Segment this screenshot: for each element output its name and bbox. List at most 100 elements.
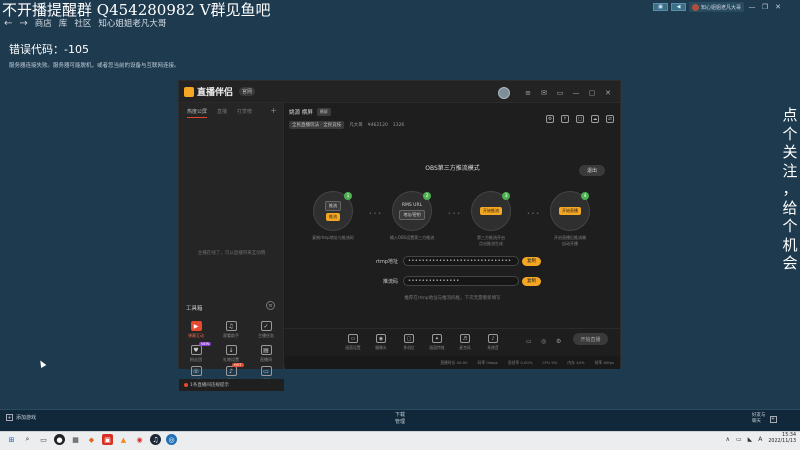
start-icon[interactable]: ⊞ (6, 434, 17, 445)
eye-icon[interactable]: ◎ (541, 338, 546, 345)
nav-library[interactable]: 库 (59, 17, 68, 29)
blue-app-icon[interactable]: ◎ (166, 434, 177, 445)
tool-watch-helper[interactable]: ♫ 观看助手 (216, 321, 246, 339)
vertical-char: 个 (782, 217, 798, 235)
key-row: 推流码 ••••••••••••••• 复制 (363, 276, 603, 286)
minimize-icon[interactable]: — (572, 89, 580, 97)
violation-notice[interactable]: 1条直播间违规提示 (179, 379, 284, 391)
bottom-toolbar: ▭ 画面设置 ◉ 摄像头 ▢ 多机位 ✦ 画面特效 ♬ 麦克风 ♪ 系统音 ▭ ◎ ⚙ (285, 328, 620, 356)
screen-icon[interactable]: ▭ (526, 338, 532, 345)
main-panel: 姚源 横屏 横屏 全民直播玩法 · 全民竞技 凡大哥 ¥462120 1326 … (285, 103, 620, 369)
close-icon[interactable]: ✕ (773, 3, 783, 11)
add-tab-icon[interactable]: + (270, 106, 277, 115)
bell-icon[interactable]: ☁ (591, 115, 599, 123)
add-game-button[interactable]: + 添加游戏 (6, 414, 36, 421)
lock-icon[interactable]: ▢ (576, 115, 584, 123)
room-name: 凡大哥 (349, 123, 363, 128)
input-method-icon[interactable]: A (758, 436, 762, 443)
forward-arrow-icon[interactable]: → (19, 18, 27, 29)
menu-icon[interactable]: ≡ (524, 89, 532, 97)
back-arrow-icon[interactable]: ← (4, 18, 12, 29)
obs-icon[interactable]: ● (54, 434, 65, 445)
copy-key-button[interactable]: 复制 (522, 276, 541, 286)
screen-icon[interactable]: ▭ (556, 89, 564, 97)
tool-danmu[interactable]: ▶ 弹幕互动 (181, 321, 211, 339)
copy-rtmp-button[interactable]: 复制 (522, 256, 541, 266)
maximize-icon[interactable]: ❐ (760, 3, 770, 11)
step-desc: 复制rtmp地址与推流码 (312, 235, 354, 240)
plus-icon: + (6, 414, 13, 421)
avatar[interactable] (498, 87, 510, 99)
gear-icon[interactable]: ⚙ (556, 338, 561, 345)
toolbox-menu-icon[interactable]: ≡ (266, 301, 275, 310)
red-round-app-icon[interactable]: ◉ (134, 434, 145, 445)
share-icon[interactable]: ⇄ (606, 115, 614, 123)
rtmp-field[interactable]: •••••••••••••••••••••••••••••• (403, 256, 519, 266)
battery-icon[interactable]: ▭ (736, 436, 742, 443)
clock[interactable]: 15:34 2022/11/13 (768, 433, 796, 445)
app-logo: 直播伴侣 官网 (184, 85, 256, 98)
tool-multi[interactable]: ▢ 多机位 (399, 334, 419, 351)
new-badge: NEW (199, 342, 212, 346)
close-icon[interactable]: ✕ (604, 89, 612, 97)
nav-store[interactable]: 商店 (35, 17, 52, 29)
colorful-app-icon[interactable]: ◆ (86, 434, 97, 445)
tool-system-audio[interactable]: ♪ 系统音 (483, 334, 503, 351)
search-icon[interactable]: ⌕ (22, 434, 33, 445)
orientation-chip[interactable]: 横屏 (316, 108, 331, 116)
tool-fans[interactable]: ♥ 粉丝团 (181, 345, 211, 363)
stream-title[interactable]: 姚源 横屏 (289, 108, 313, 116)
red-app-icon[interactable]: ▣ (102, 434, 113, 445)
start-live-button[interactable]: 开始直播 (573, 333, 608, 345)
stream-key-field[interactable]: ••••••••••••••• (403, 276, 519, 286)
tool-camera[interactable]: ◉ 摄像头 (371, 334, 391, 351)
vertical-char: 会 (782, 254, 798, 272)
notification-button[interactable]: ◀ (671, 3, 686, 11)
category-chip[interactable]: 全民直播玩法 · 全民竞技 (289, 121, 345, 129)
tool-effects[interactable]: ✦ 画面特效 (427, 334, 447, 351)
user-name: 知心姐姐老凡大哥 (701, 4, 742, 11)
obs-hint: 推荐在rtmp地址与推流码框，下次无需重新填写 (404, 296, 501, 301)
vertical-char: ， (782, 180, 798, 198)
danmu-icon: ▶ (190, 321, 202, 331)
step-copy: 1 推流 推流 复制rtmp地址与推流码 (298, 191, 368, 241)
tool-gift-settings[interactable]: ↓ 礼物设置 (216, 345, 246, 363)
exit-button[interactable]: 退出 (579, 165, 605, 176)
network-icon[interactable]: ◣ (748, 436, 753, 443)
status-duration: 直播时长 00:00 (440, 359, 468, 365)
steam-icon[interactable]: ♫ (150, 434, 161, 445)
tool-mic[interactable]: ♬ 麦克风 (455, 334, 475, 351)
toolbox-label: 工具箱 (186, 306, 203, 312)
tab-gifts[interactable]: 打赏榜 (237, 108, 252, 118)
message-icon[interactable]: ✉ (540, 89, 548, 97)
alert-icon (184, 383, 188, 387)
nav-profile[interactable]: 知心姐姐老凡大哥 (98, 17, 166, 29)
grid-app-icon[interactable]: ▦ (70, 434, 81, 445)
orange-app-icon[interactable]: ▲ (118, 434, 129, 445)
nav-community[interactable]: 社区 (74, 17, 91, 29)
vertical-char: 点 (782, 106, 798, 124)
tool-tasks[interactable]: ✓ 主播任务 (251, 321, 281, 339)
tool-room[interactable]: ▤ 直播间 (251, 345, 281, 363)
bigpicture-button[interactable]: ▣ (653, 3, 668, 11)
tab-live[interactable]: 直播 (217, 108, 227, 118)
tab-chat[interactable]: 热度公屏 (187, 108, 208, 118)
maximize-icon[interactable]: ▢ (588, 89, 596, 97)
share-up-icon[interactable]: ↑ (561, 115, 569, 123)
version-badge[interactable]: 官网 (239, 87, 256, 96)
status-memory: 内存 40% (567, 359, 585, 365)
minimize-icon[interactable]: — (747, 3, 757, 11)
left-tabs: 热度公屏 直播 打赏榜 (187, 108, 252, 118)
taskbar-icons: ⊞ ⌕ ▭ ● ▦ ◆ ▣ ▲ ◉ ♫ ◎ (6, 434, 177, 445)
user-menu[interactable]: 知心姐姐老凡大哥 (689, 2, 745, 12)
downloads-button[interactable]: 下载 管理 (385, 412, 415, 426)
taskview-icon[interactable]: ▭ (38, 434, 49, 445)
settings-icon[interactable]: ⚙ (546, 115, 554, 123)
error-detail: 服务器连接失败。服务器可能脱机，或者您当前的设备与互联网连接。 (9, 63, 180, 69)
friends-chat-button[interactable]: 好友与 聊天 + (752, 413, 777, 425)
tray-expand-icon[interactable]: ∧ (726, 436, 730, 443)
cast-icon: ▭ (260, 366, 272, 376)
tool-scene[interactable]: ▭ 画面设置 (343, 334, 363, 351)
app-name: 直播伴侣 (197, 88, 234, 98)
vertical-char: 注 (782, 161, 798, 180)
